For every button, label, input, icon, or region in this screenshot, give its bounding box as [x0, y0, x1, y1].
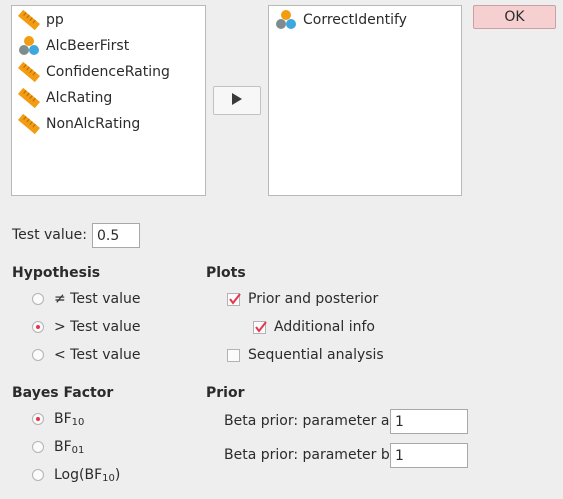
available-variables-list[interactable]: pp AlcBeerFirst ConfidenceRating AlcRati… — [11, 5, 206, 196]
variable-label: pp — [46, 12, 64, 28]
hypothesis-title: Hypothesis — [12, 265, 101, 281]
hypothesis-option-not-equal[interactable]: ≠ Test value — [32, 289, 140, 309]
assigned-variables-list[interactable]: CorrectIdentify — [268, 5, 462, 196]
plots-title: Plots — [206, 265, 246, 281]
radio-label: BF01 — [54, 438, 85, 456]
bf-option-log-bf10[interactable]: Log(BF10) — [32, 465, 120, 485]
checkmark-icon — [229, 292, 241, 305]
radio-label: ≠ Test value — [54, 291, 141, 307]
move-variable-button[interactable] — [213, 86, 261, 115]
radio-button[interactable] — [32, 413, 44, 425]
variable-item-alcbeerfirst[interactable]: AlcBeerFirst — [18, 35, 129, 57]
bayes-factor-title: Bayes Factor — [12, 385, 114, 401]
test-value-input[interactable] — [92, 223, 140, 248]
variable-item-alcrating[interactable]: AlcRating — [18, 87, 112, 109]
plot-option-additional-info[interactable]: Additional info — [253, 317, 375, 337]
ok-button-label: OK — [504, 9, 525, 25]
radio-label: BF10 — [54, 410, 85, 428]
ruler-scale-icon — [18, 61, 40, 83]
variable-label: AlcBeerFirst — [46, 38, 130, 54]
variable-label: AlcRating — [46, 90, 113, 106]
prior-param-a-input[interactable] — [390, 409, 468, 434]
bf-option-bf01[interactable]: BF01 — [32, 437, 84, 457]
prior-param-a-label: Beta prior: parameter a — [224, 413, 390, 429]
checkbox[interactable] — [253, 320, 267, 334]
hypothesis-option-greater[interactable]: > Test value — [32, 317, 140, 337]
ruler-scale-icon — [18, 113, 40, 135]
variable-label: ConfidenceRating — [46, 64, 170, 80]
checkbox-label: Prior and posterior — [248, 291, 379, 307]
variable-item-nonalcrating[interactable]: NonAlcRating — [18, 113, 140, 135]
prior-param-b-label: Beta prior: parameter b — [224, 447, 390, 463]
plot-option-sequential-analysis[interactable]: Sequential analysis — [227, 345, 384, 365]
radio-label: > Test value — [54, 319, 141, 335]
radio-label: < Test value — [54, 347, 141, 363]
nominal-circles-icon — [275, 9, 297, 31]
ruler-scale-icon — [18, 9, 40, 31]
checkbox-label: Additional info — [274, 319, 375, 335]
ok-button[interactable]: OK — [473, 5, 556, 29]
play-arrow-icon — [231, 92, 243, 110]
variable-item-correctidentify[interactable]: CorrectIdentify — [275, 9, 407, 31]
radio-button[interactable] — [32, 469, 44, 481]
checkbox[interactable] — [227, 292, 241, 306]
nominal-circles-icon — [18, 35, 40, 57]
checkbox-label: Sequential analysis — [248, 347, 384, 363]
radio-button[interactable] — [32, 293, 44, 305]
variable-label: CorrectIdentify — [303, 12, 407, 28]
prior-title: Prior — [206, 385, 245, 401]
variable-item-pp[interactable]: pp — [18, 9, 64, 31]
radio-label: Log(BF10) — [54, 466, 121, 484]
radio-button[interactable] — [32, 349, 44, 361]
variable-label: NonAlcRating — [46, 116, 141, 132]
ruler-scale-icon — [18, 87, 40, 109]
test-value-label: Test value: — [12, 227, 87, 243]
bf-option-bf10[interactable]: BF10 — [32, 409, 84, 429]
plot-option-prior-posterior[interactable]: Prior and posterior — [227, 289, 378, 309]
prior-param-b-input[interactable] — [390, 443, 468, 468]
checkmark-icon — [255, 320, 267, 333]
variable-item-confidencerating[interactable]: ConfidenceRating — [18, 61, 170, 83]
checkbox[interactable] — [227, 348, 240, 362]
radio-button[interactable] — [32, 441, 44, 453]
hypothesis-option-less[interactable]: < Test value — [32, 345, 140, 365]
radio-button[interactable] — [32, 321, 44, 333]
